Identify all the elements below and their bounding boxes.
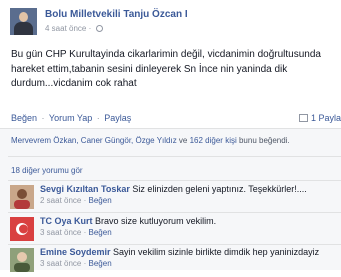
action-separator: · xyxy=(41,113,45,123)
comment-like-button[interactable]: Beğen xyxy=(89,228,112,237)
commenter-avatar[interactable] xyxy=(10,185,34,209)
comment-item: Sevgi Kızıltan Toskar Siz elinizden gele… xyxy=(10,184,341,214)
comment-text: Sayin vekilim sizinle birlikte dimdik he… xyxy=(113,247,320,257)
action-separator: · xyxy=(96,113,100,123)
comment-line: Emine Soydemir Sayin vekilim sizinle bir… xyxy=(40,247,319,257)
divider xyxy=(8,244,341,245)
comment-time[interactable]: 2 saat önce xyxy=(40,196,81,205)
comment-time[interactable]: 3 saat önce xyxy=(40,228,81,237)
comment-item: Emine Soydemir Sayin vekilim sizinle bir… xyxy=(10,247,341,277)
post-header: Bolu Milletvekili Tanju Özcan I 4 saat ö… xyxy=(10,8,340,36)
commenter-name[interactable]: Sevgi Kızıltan Toskar xyxy=(40,184,130,194)
author-avatar[interactable] xyxy=(10,8,37,35)
commenter-name[interactable]: TC Oya Kurt xyxy=(40,216,93,226)
likers-others[interactable]: 162 diğer kişi xyxy=(190,136,237,145)
meta-separator: · xyxy=(83,196,87,205)
share-icon xyxy=(298,114,308,122)
comment-line: Sevgi Kızıltan Toskar Siz elinizden gele… xyxy=(40,184,307,194)
commenter-avatar[interactable] xyxy=(10,217,34,241)
divider xyxy=(8,212,341,213)
likes-summary: Mervevrem Özkan, Caner Güngör, Özge Yıld… xyxy=(11,136,290,145)
comment-line: TC Oya Kurt Bravo size kutluyorum vekili… xyxy=(40,216,216,226)
meta-separator: · xyxy=(83,259,87,268)
likers-names[interactable]: Mervevrem Özkan, Caner Güngör, Özge Yıld… xyxy=(11,136,177,145)
post-time[interactable]: 4 saat önce xyxy=(45,24,86,33)
comment-meta: 2 saat önce · Beğen xyxy=(40,196,112,205)
meta-separator: · xyxy=(88,24,92,33)
facebook-post: Bolu Milletvekili Tanju Özcan I 4 saat ö… xyxy=(0,0,341,272)
divider xyxy=(8,180,341,181)
comment-text: Siz elinizden geleni yaptınız. Teşekkürl… xyxy=(132,184,307,194)
globe-icon xyxy=(95,25,103,32)
post-actions: Beğen · Yorum Yap · Paylaş 1 Payla xyxy=(11,113,341,123)
post-author-name[interactable]: Bolu Milletvekili Tanju Özcan I xyxy=(45,9,188,20)
likes-suffix: bunu beğendi. xyxy=(236,136,290,145)
avatar-head xyxy=(19,12,28,22)
meta-separator: · xyxy=(83,228,87,237)
post-text: Bu gün CHP Kurultayinda cikarlarimin değ… xyxy=(11,49,321,89)
avatar-body xyxy=(14,22,33,35)
comment-like-button[interactable]: Beğen xyxy=(89,259,112,268)
share-button[interactable]: Paylaş xyxy=(104,113,131,123)
view-more-comments[interactable]: 18 diğer yorumu gör xyxy=(11,166,83,175)
avatar-image xyxy=(10,217,34,241)
comment-time[interactable]: 3 saat önce xyxy=(40,259,81,268)
comment-text: Bravo size kutluyorum vekilim. xyxy=(95,216,217,226)
divider xyxy=(8,156,341,157)
commenter-avatar[interactable] xyxy=(10,248,34,272)
post-meta: 4 saat önce · xyxy=(45,24,103,33)
comment-meta: 3 saat önce · Beğen xyxy=(40,228,112,237)
feedback-panel: Mervevrem Özkan, Caner Güngör, Özge Yıld… xyxy=(0,128,341,272)
likes-connector: ve xyxy=(176,136,190,145)
comment-button[interactable]: Yorum Yap xyxy=(49,113,92,123)
like-button[interactable]: Beğen xyxy=(11,113,37,123)
avatar-image xyxy=(10,248,34,272)
comment-item: TC Oya Kurt Bravo size kutluyorum vekili… xyxy=(10,216,341,246)
commenter-name[interactable]: Emine Soydemir xyxy=(40,247,111,257)
share-count-label: 1 Payla xyxy=(310,113,341,123)
avatar-image xyxy=(10,185,34,209)
comment-meta: 3 saat önce · Beğen xyxy=(40,259,112,268)
share-count[interactable]: 1 Payla xyxy=(298,113,341,123)
comment-like-button[interactable]: Beğen xyxy=(89,196,112,205)
